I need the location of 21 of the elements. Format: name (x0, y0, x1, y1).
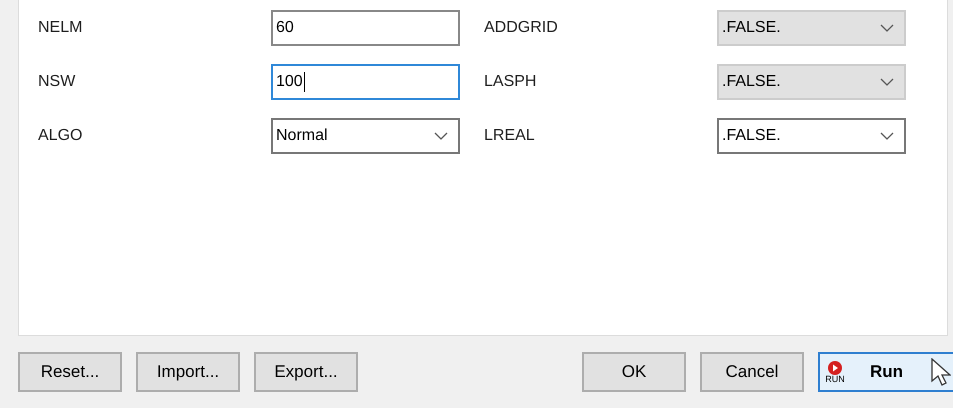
parameter-label: ADDGRID (484, 19, 559, 37)
parameter-label: ALGO (38, 127, 84, 145)
chevron-down-icon (880, 78, 894, 86)
chevron-down-icon (880, 24, 894, 32)
dialog-button[interactable]: Import... (136, 352, 240, 392)
parameter-label: LASPH (484, 73, 538, 91)
parameter-label: NSW (38, 73, 76, 91)
chevron-down-icon (434, 132, 448, 140)
dropdown[interactable]: .FALSE. (717, 118, 906, 154)
dropdown[interactable]: Normal (271, 118, 460, 154)
dialog-button[interactable]: Cancel (700, 352, 804, 392)
input-field[interactable]: 100 (271, 64, 460, 100)
mouse-cursor-icon (931, 358, 951, 386)
dialog-button[interactable]: Reset... (18, 352, 122, 392)
parameter-label: LREAL (484, 127, 536, 145)
dialog-button[interactable]: OK (582, 352, 686, 392)
input-field[interactable]: 60 (271, 10, 460, 46)
parameter-label: NELM (38, 19, 84, 37)
chevron-down-icon (880, 132, 894, 140)
dialog-button[interactable]: Export... (254, 352, 358, 392)
run-button[interactable]: RUN Run (818, 352, 953, 392)
